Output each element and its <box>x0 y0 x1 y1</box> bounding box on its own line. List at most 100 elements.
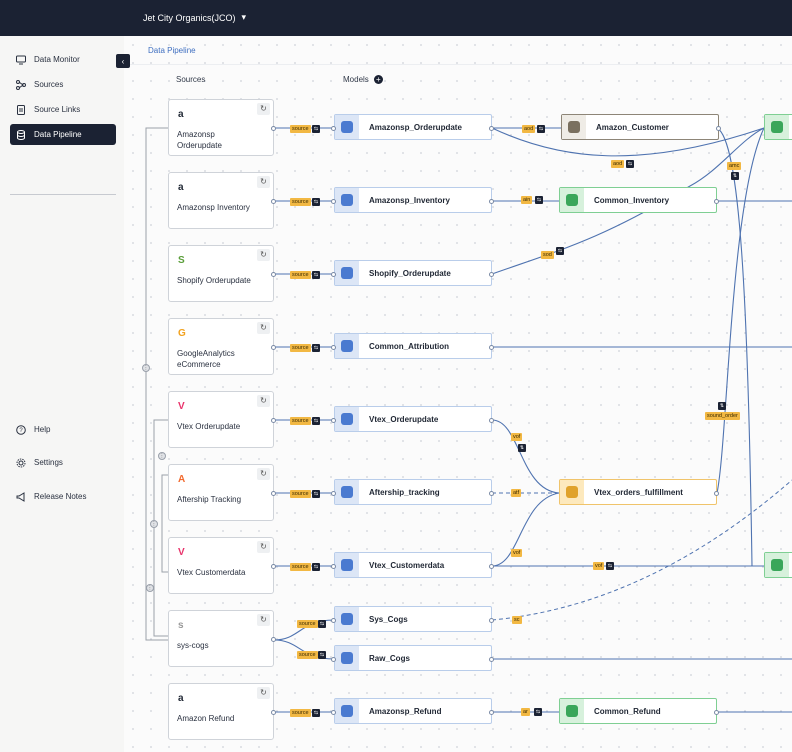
output-port[interactable] <box>271 564 276 569</box>
collapse-group-icon[interactable]: ⋮ <box>142 364 150 372</box>
edge-tag-sound-order: sound_order <box>705 412 740 420</box>
input-port[interactable] <box>331 710 336 715</box>
output-port[interactable] <box>271 418 276 423</box>
model-vtex-orders-fulfillment[interactable]: Vtex_orders_fulfillment <box>559 479 717 505</box>
source-name: Vtex Customerdata <box>177 568 246 577</box>
model-common-refund[interactable]: Common_Refund <box>559 698 717 724</box>
source-card-googleanalytics-ecommerce[interactable]: G GoogleAnalytics eCommerce ↻ <box>168 318 276 375</box>
output-port[interactable] <box>271 710 276 715</box>
source-card-amazon-refund[interactable]: a Amazon Refund ↻ <box>168 683 276 740</box>
sidebar-item-source-links[interactable]: Source Links <box>10 99 116 120</box>
refresh-icon[interactable]: ↻ <box>257 322 270 334</box>
sidebar-item-release-notes[interactable]: Release Notes <box>10 486 116 507</box>
output-port[interactable] <box>714 199 719 204</box>
collapse-group-icon[interactable]: ⋮ <box>146 584 154 592</box>
input-port[interactable] <box>331 564 336 569</box>
refresh-icon[interactable]: ↻ <box>257 614 270 626</box>
add-model-button[interactable]: + <box>373 75 383 84</box>
source-card-amazonsp-orderupdate[interactable]: a Amazonsp Orderupdate ↻ <box>168 99 276 156</box>
edge-tag-ar: ar <box>521 708 530 716</box>
org-switcher[interactable]: Jet City Organics(JCO) ▾ <box>143 12 246 23</box>
model-vtex-orderupdate[interactable]: Vtex_Orderupdate <box>334 406 492 432</box>
refresh-icon[interactable]: ↻ <box>257 249 270 261</box>
input-port[interactable] <box>331 418 336 423</box>
refresh-icon[interactable]: ↻ <box>257 103 270 115</box>
model-amazonsp-orderupdate[interactable]: Amazonsp_Orderupdate <box>334 114 492 140</box>
output-port[interactable] <box>489 564 494 569</box>
source-card-amazonsp-inventory[interactable]: a Amazonsp Inventory ↻ <box>168 172 276 229</box>
output-port[interactable] <box>714 491 719 496</box>
refresh-icon[interactable]: ↻ <box>257 687 270 699</box>
output-port[interactable] <box>271 491 276 496</box>
output-port[interactable] <box>271 199 276 204</box>
edge-type-icon: ⇆ <box>626 160 634 168</box>
output-port[interactable] <box>271 345 276 350</box>
input-port[interactable] <box>331 126 336 131</box>
output-port[interactable] <box>489 657 494 662</box>
source-card-aftership-tracking[interactable]: A Aftership Tracking ↻ <box>168 464 276 521</box>
model-amazonsp-refund[interactable]: Amazonsp_Refund <box>334 698 492 724</box>
model-name: Vtex_Orderupdate <box>369 414 439 424</box>
model-name: Amazonsp_Inventory <box>369 195 450 205</box>
model-common-attribution[interactable]: Common_Attribution <box>334 333 492 359</box>
input-port[interactable] <box>331 199 336 204</box>
refresh-icon[interactable]: ↻ <box>257 395 270 407</box>
breadcrumb[interactable]: Data Pipeline <box>148 46 196 55</box>
output-port[interactable] <box>714 710 719 715</box>
collapse-group-icon[interactable]: ⋮ <box>158 452 166 460</box>
sidebar-item-sources[interactable]: Sources <box>10 74 116 95</box>
vtex-logo-icon: V <box>178 547 185 558</box>
models-label: Models <box>343 75 369 84</box>
input-port[interactable] <box>331 272 336 277</box>
output-port[interactable] <box>489 418 494 423</box>
model-icon <box>335 115 359 139</box>
refresh-icon[interactable]: ↻ <box>257 176 270 188</box>
output-port[interactable] <box>271 126 276 131</box>
input-port[interactable] <box>331 345 336 350</box>
edge-tag-source: source <box>297 620 318 628</box>
model-vtex-customerdata[interactable]: Vtex_Customerdata <box>334 552 492 578</box>
collapse-group-icon[interactable]: ⋮ <box>150 520 158 528</box>
model-sys-cogs[interactable]: Sys_Cogs <box>334 606 492 632</box>
output-port[interactable] <box>716 126 721 131</box>
sidebar-item-label: Settings <box>34 458 63 467</box>
source-card-shopify-orderupdate[interactable]: S Shopify Orderupdate ↻ <box>168 245 276 302</box>
edge-tag-source: source <box>290 490 311 498</box>
output-port[interactable] <box>489 272 494 277</box>
sidebar-item-data-monitor[interactable]: Data Monitor <box>10 49 116 70</box>
sidebar-item-settings[interactable]: Settings <box>10 452 116 473</box>
refresh-icon[interactable]: ↻ <box>257 541 270 553</box>
output-port[interactable] <box>271 637 276 642</box>
sidebar-item-help[interactable]: ? Help <box>10 419 116 440</box>
model-offscreen-bottom[interactable] <box>764 552 792 578</box>
refresh-icon[interactable]: ↻ <box>257 468 270 480</box>
model-offscreen-top[interactable] <box>764 114 792 140</box>
source-card-sys-cogs[interactable]: s sys-cogs ↻ <box>168 610 276 667</box>
model-name: Common_Attribution <box>369 341 449 351</box>
model-shopify-orderupdate[interactable]: Shopify_Orderupdate <box>334 260 492 286</box>
output-port[interactable] <box>489 710 494 715</box>
output-port[interactable] <box>489 618 494 623</box>
sidebar-item-data-pipeline[interactable]: Data Pipeline <box>10 124 116 145</box>
input-port[interactable] <box>331 657 336 662</box>
vtex-logo-icon: V <box>178 401 185 412</box>
source-card-vtex-customerdata[interactable]: V Vtex Customerdata ↻ <box>168 537 276 594</box>
edge-type-icon: ⇆ <box>312 563 320 571</box>
model-raw-cogs[interactable]: Raw_Cogs <box>334 645 492 671</box>
edge-type-icon: ⇆ <box>312 490 320 498</box>
model-amazon-customer[interactable]: Amazon_Customer <box>561 114 719 140</box>
input-port[interactable] <box>331 491 336 496</box>
source-card-vtex-orderupdate[interactable]: V Vtex Orderupdate ↻ <box>168 391 276 448</box>
output-port[interactable] <box>489 491 494 496</box>
model-amazonsp-inventory[interactable]: Amazonsp_Inventory <box>334 187 492 213</box>
output-port[interactable] <box>489 126 494 131</box>
output-port[interactable] <box>489 345 494 350</box>
output-port[interactable] <box>489 199 494 204</box>
input-port[interactable] <box>331 618 336 623</box>
model-common-inventory[interactable]: Common_Inventory <box>559 187 717 213</box>
sidebar-collapse-button[interactable]: ‹ <box>116 54 130 68</box>
output-port[interactable] <box>271 272 276 277</box>
model-icon <box>335 188 359 212</box>
model-icon <box>335 553 359 577</box>
model-aftership-tracking[interactable]: Aftership_tracking <box>334 479 492 505</box>
